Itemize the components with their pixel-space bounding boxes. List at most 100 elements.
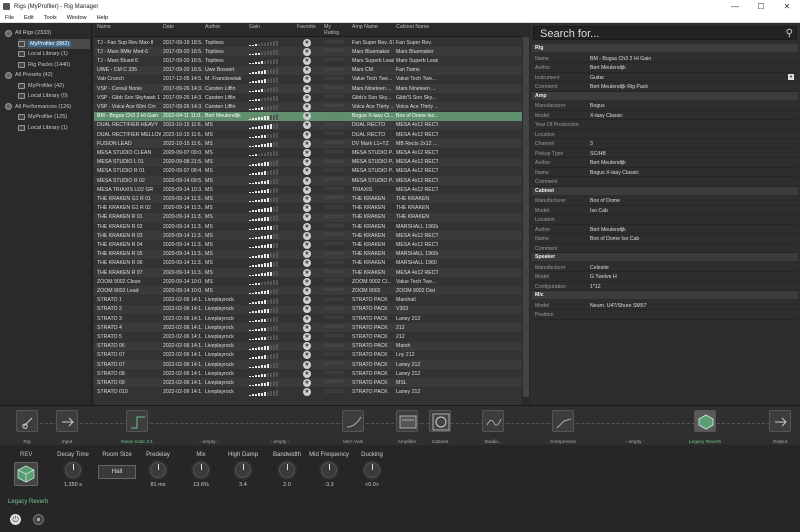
table-row[interactable]: THE KRAKEN R 03 2020-09-14 11:3... MS ★ ☆☆☆☆… — [94, 231, 522, 241]
rating-stars[interactable]: ☆☆☆☆☆ — [324, 260, 344, 266]
property-row[interactable]: Name BM - Bogus Ch3 2 Hi Gain — [532, 54, 798, 63]
rating-stars[interactable]: ☆☆☆☆☆ — [324, 287, 344, 293]
favorite-icon[interactable]: ★ — [303, 342, 311, 351]
col-author[interactable]: Author — [205, 24, 220, 31]
property-value[interactable]: G Twelve H — [590, 274, 617, 280]
gate-icon[interactable] — [126, 410, 148, 432]
col-cabinet[interactable]: Cabinet Name — [396, 24, 436, 31]
rating-stars[interactable]: ☆☆☆☆☆ — [324, 48, 344, 54]
rating-stars[interactable]: ☆☆☆☆☆ — [324, 103, 344, 109]
rating-stars[interactable]: ☆☆☆☆☆ — [324, 333, 344, 339]
favorite-icon[interactable]: ★ — [303, 240, 311, 249]
table-row[interactable]: TJ - Mars 8Mkr Med-6 2017-09-20 16:5... To… — [94, 47, 522, 57]
tree-item[interactable]: MyProfiler (882) — [18, 38, 90, 49]
favorite-icon[interactable]: ★ — [303, 360, 311, 369]
favorite-icon[interactable]: ★ — [303, 148, 311, 157]
rating-stars[interactable]: ☆☆☆☆☆ — [324, 186, 344, 192]
favorite-icon[interactable]: ★ — [303, 332, 311, 341]
tree-item[interactable]: MyProfiler (42) — [18, 81, 90, 91]
favorite-icon[interactable]: ★ — [303, 56, 311, 65]
property-row[interactable]: Configuration 1*12 — [532, 282, 798, 291]
comp-icon[interactable] — [552, 410, 574, 432]
room-size-select[interactable]: Hall — [98, 465, 136, 479]
favorite-icon[interactable]: ★ — [303, 112, 311, 121]
rating-stars[interactable]: ☆☆☆☆☆ — [324, 223, 344, 229]
none-icon[interactable] — [269, 410, 291, 432]
cube-icon[interactable] — [14, 462, 38, 486]
col-amp[interactable]: Amp Name — [352, 24, 378, 31]
rating-stars[interactable]: ☆☆☆☆☆ — [324, 67, 344, 73]
none-icon[interactable] — [198, 410, 220, 432]
table-row[interactable]: VSP - Gibb Son Skyhawk 1 2017-09-26 14:3.… — [94, 93, 522, 103]
rating-stars[interactable]: ☆☆☆☆☆ — [324, 94, 344, 100]
property-row[interactable]: Pickup Type SC/HB — [532, 149, 798, 158]
menu-tools[interactable]: Tools — [39, 15, 62, 21]
table-row[interactable]: VSP - Voice Ace 60m Cm 2017-09-26 14:3...… — [94, 102, 522, 112]
favorite-icon[interactable]: ★ — [303, 250, 311, 259]
stop-icon[interactable] — [33, 514, 44, 525]
table-row[interactable]: STRATO 2 2022-02-06 14:1... Liveplayrock ★ ☆… — [94, 304, 522, 314]
tree-item[interactable]: Local Library (1) — [18, 49, 90, 59]
table-row[interactable]: ZOOM 9002 Clean 2020-09-14 10:0... MS ★ ☆☆☆☆… — [94, 277, 522, 287]
rating-stars[interactable]: ☆☆☆☆☆ — [324, 370, 344, 376]
chain-slot[interactable]: Amplifier — [392, 410, 422, 445]
tree-item[interactable]: Local Library (0) — [18, 91, 90, 101]
favorite-icon[interactable]: ★ — [303, 93, 311, 102]
rating-stars[interactable]: ☆☆☆☆☆ — [324, 241, 344, 247]
rating-stars[interactable]: ☆☆☆☆☆ — [324, 214, 344, 220]
property-row[interactable]: Model X-tasy Classic — [532, 111, 798, 120]
property-row[interactable]: Year Of Production — [532, 120, 798, 130]
predelay-knob[interactable] — [150, 462, 166, 478]
tree-item[interactable]: All Performances (126) — [5, 102, 90, 112]
favorite-icon[interactable]: ★ — [303, 351, 311, 360]
property-row[interactable]: Author Bert Meulendijk — [532, 158, 798, 168]
high-damp-knob[interactable] — [235, 462, 251, 478]
favorite-icon[interactable]: ★ — [303, 130, 311, 139]
property-row[interactable]: Model Neum. U47/Shure SM57 — [532, 301, 798, 310]
minimize-button[interactable]: — — [722, 0, 748, 13]
col-rating[interactable]: My Rating — [324, 24, 344, 36]
scroll-thumb[interactable] — [523, 37, 529, 397]
property-value[interactable]: Bert Meulendijk Rig Pack — [590, 84, 648, 90]
tree-item[interactable]: MyProfiler (125) — [18, 112, 90, 122]
table-row[interactable]: STRATO 09 2022-02-06 14:1... Liveplayrock ★… — [94, 378, 522, 388]
cube-icon[interactable] — [694, 410, 716, 432]
table-row[interactable]: THE KRAKEN R 05 2020-09-14 11:3... MS ★ ☆☆☆☆… — [94, 249, 522, 259]
property-row[interactable]: Comment — [532, 177, 798, 187]
property-value[interactable]: Bert Meulendijk — [590, 65, 626, 71]
chain-slot[interactable]: - empty - — [194, 410, 224, 445]
rating-stars[interactable]: ☆☆☆☆☆ — [324, 159, 344, 165]
table-row[interactable]: THE KRAKEN R 06 2020-09-14 11:3... MS ★ ☆☆☆☆… — [94, 258, 522, 268]
rating-stars[interactable]: ☆☆☆☆☆ — [324, 131, 344, 137]
table-row[interactable]: DUAL RECTIFIER MELLOW 2022-10-15 11:6... M… — [94, 130, 522, 139]
favorite-icon[interactable]: ★ — [303, 204, 311, 213]
table-row[interactable]: ZOOM 9002 Lead 2020-09-14 10:0... MS ★ ☆☆☆☆☆… — [94, 286, 522, 296]
property-row[interactable]: Location — [532, 130, 798, 139]
table-row[interactable]: THE KRAKEN G1 R 02 2020-09-14 11:3... MS ★ ☆… — [94, 203, 522, 213]
favorite-icon[interactable]: ★ — [303, 231, 311, 240]
table-row[interactable]: STRATO 07 2022-02-06 14:1... Liveplayrock ★… — [94, 360, 522, 369]
table-row[interactable]: UWE - CM C 335 2017-09-20 16:5... Uwe Boss… — [94, 65, 522, 75]
favorite-icon[interactable]: ★ — [303, 194, 311, 203]
favorite-icon[interactable]: ★ — [303, 176, 311, 185]
chain-slot[interactable]: Legacy Reverb — [689, 410, 721, 445]
table-row[interactable]: VSP - Cereal Nonie 2017-09-26 14:3... Cars… — [94, 84, 522, 93]
table-row[interactable]: STRATO 4 2022-02-06 14:1... Liveplayrock ★ ☆… — [94, 323, 522, 333]
table-row[interactable]: STRATO 5 2022-02-06 14:1... Liveplayrock ★ ☆… — [94, 332, 522, 342]
rating-stars[interactable]: ☆☆☆☆☆ — [324, 324, 344, 330]
property-row[interactable]: Comment — [532, 244, 798, 253]
rating-stars[interactable]: ☆☆☆☆☆ — [324, 205, 344, 211]
tree-item[interactable]: All Rigs (2333) — [5, 28, 90, 38]
rating-stars[interactable]: ☆☆☆☆☆ — [324, 306, 344, 312]
menu-window[interactable]: Window — [62, 15, 92, 21]
table-row[interactable]: STRATO 06 2022-02-06 14:1... Liveplayrock ★… — [94, 341, 522, 351]
property-value[interactable]: Bogus X-tasy Classic — [590, 170, 639, 176]
chain-slot[interactable]: Cabinet — [425, 410, 455, 445]
chain-slot[interactable]: Noise Gate 2:1 — [121, 410, 153, 445]
table-row[interactable]: STRATO 1 2022-02-06 14:1... Liveplayrock ★ ☆… — [94, 295, 522, 305]
property-row[interactable]: Model Iso Cab — [532, 206, 798, 215]
rating-stars[interactable]: ☆☆☆☆☆ — [324, 195, 344, 201]
bandwidth-knob[interactable] — [279, 462, 295, 478]
property-row[interactable]: Manufacturer Box of Dome — [532, 196, 798, 206]
rating-stars[interactable]: ☆☆☆☆☆ — [324, 168, 344, 174]
